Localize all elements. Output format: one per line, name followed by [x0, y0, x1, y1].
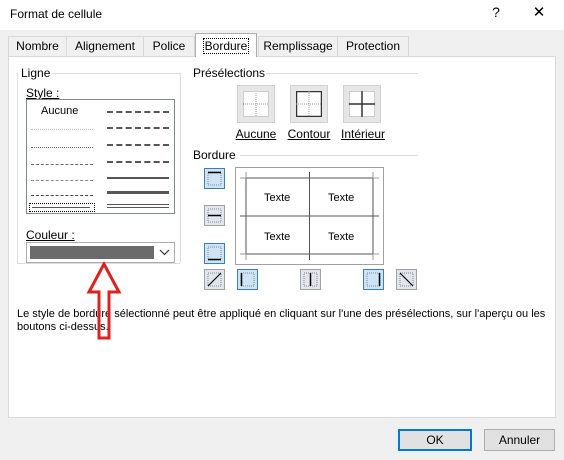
- ok-button[interactable]: OK: [398, 429, 472, 451]
- preview-cell-1: Texte: [264, 192, 291, 204]
- border-left-icon: [240, 272, 255, 287]
- border-inside-vertical-button[interactable]: [300, 269, 321, 290]
- line-style-thick[interactable]: [107, 191, 169, 194]
- line-style-dash-dot-dot[interactable]: [31, 164, 93, 165]
- border-inside-vertical-icon: [303, 272, 318, 287]
- tab-alignement[interactable]: Alignement: [66, 36, 144, 56]
- close-button[interactable]: ✕: [531, 3, 547, 21]
- line-style-dashed[interactable]: [31, 195, 93, 196]
- preset-inside-label: Intérieur: [340, 127, 386, 141]
- tab-remplissage[interactable]: Remplissage: [258, 36, 338, 56]
- cancel-button[interactable]: Annuler: [484, 429, 555, 451]
- line-style-medium-dashed[interactable]: [107, 161, 169, 163]
- color-swatch: [30, 246, 154, 259]
- tab-nombre[interactable]: Nombre: [8, 36, 67, 56]
- line-style-picker[interactable]: Aucune: [26, 99, 175, 214]
- red-arrow-annotation-icon: [86, 262, 122, 340]
- line-style-double[interactable]: [107, 204, 169, 208]
- border-bottom-icon: [207, 246, 222, 261]
- tab-bordure-label: Bordure: [202, 38, 250, 54]
- ligne-separator: [52, 73, 180, 74]
- border-right-icon: [366, 272, 381, 287]
- border-inside-horizontal-icon: [207, 208, 222, 223]
- line-style-medium[interactable]: [107, 177, 169, 179]
- style-label: Style :: [26, 86, 60, 100]
- chevron-down-icon[interactable]: [156, 244, 173, 261]
- border-left-button[interactable]: [237, 269, 258, 290]
- preset-none-button[interactable]: [237, 85, 275, 123]
- preset-outline-label: Contour: [287, 127, 331, 141]
- border-separator: [240, 155, 418, 156]
- tab-protection[interactable]: Protection: [337, 36, 409, 56]
- border-top-button[interactable]: [204, 168, 225, 189]
- border-top-icon: [207, 171, 222, 186]
- window-title: Format de cellule: [10, 7, 103, 21]
- line-style-medium-dash-dot-dot[interactable]: [107, 111, 169, 113]
- style-none-label: Aucune: [41, 105, 79, 117]
- preset-outline-icon: [295, 90, 323, 118]
- border-preview[interactable]: Texte Texte Texte Texte: [235, 167, 384, 265]
- border-diagonal-up-button[interactable]: [204, 269, 225, 290]
- color-select[interactable]: [26, 242, 175, 263]
- preset-none-label: Aucune: [235, 127, 277, 141]
- tab-police[interactable]: Police: [143, 36, 195, 56]
- preview-grid: [240, 172, 379, 260]
- presets-group-label: Présélections: [193, 66, 266, 80]
- ligne-group-right: [180, 73, 181, 263]
- ligne-group-label: Ligne: [21, 66, 51, 80]
- presets-separator: [266, 73, 418, 74]
- border-inside-horizontal-button[interactable]: [204, 205, 225, 226]
- line-style-slanted-dash-dot[interactable]: [107, 127, 169, 129]
- preset-none-icon: [243, 91, 269, 117]
- border-diagonal-up-icon: [207, 272, 222, 287]
- ligne-group-border: [17, 73, 18, 263]
- border-diagonal-down-icon: [399, 272, 414, 287]
- border-bottom-button[interactable]: [204, 243, 225, 264]
- preset-inside-button[interactable]: [343, 85, 381, 123]
- border-diagonal-down-button[interactable]: [396, 269, 417, 290]
- border-group-label: Bordure: [193, 148, 236, 162]
- help-button[interactable]: ?: [489, 4, 503, 20]
- line-style-dotted[interactable]: [31, 147, 93, 148]
- preview-cell-4: Texte: [328, 231, 355, 243]
- line-style-hair[interactable]: [31, 129, 93, 130]
- preview-cell-3: Texte: [264, 231, 291, 243]
- line-style-dash-dot[interactable]: [31, 180, 93, 181]
- preset-outline-button[interactable]: [290, 85, 328, 123]
- line-style-medium-dash-dot[interactable]: [107, 144, 169, 146]
- line-style-selected[interactable]: [29, 203, 95, 212]
- tab-bordure[interactable]: Bordure: [195, 33, 257, 57]
- border-right-button[interactable]: [363, 269, 384, 290]
- preset-inside-icon: [349, 91, 375, 117]
- preview-cell-2: Texte: [328, 192, 355, 204]
- color-label: Couleur :: [26, 228, 75, 242]
